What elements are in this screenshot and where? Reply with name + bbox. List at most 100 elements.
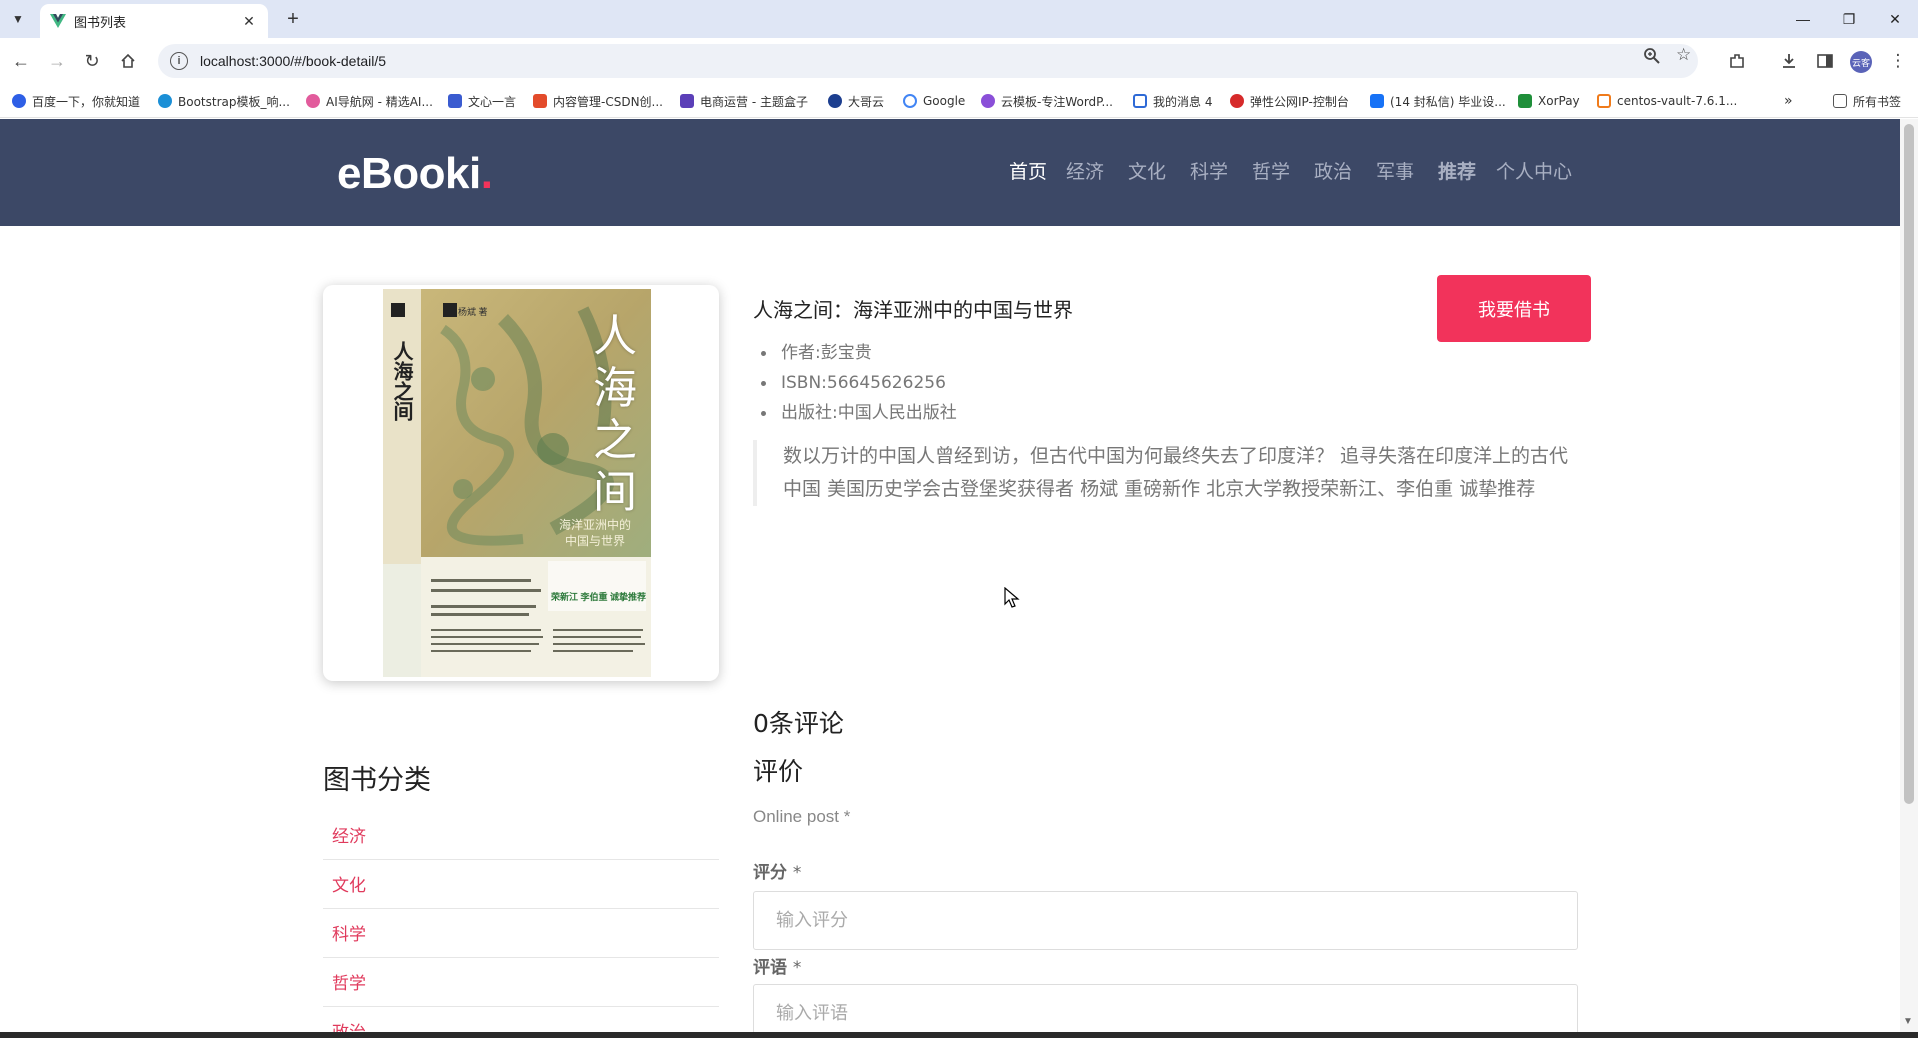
- category-item-philosophy[interactable]: 哲学: [323, 958, 719, 1007]
- address-bar[interactable]: i localhost:3000/#/book-detail/5: [158, 44, 1698, 78]
- cover-subtitle-line: 中国与世界: [564, 534, 625, 548]
- minimize-icon[interactable]: —: [1780, 0, 1826, 38]
- reload-icon[interactable]: ↻: [78, 47, 106, 75]
- taskbar-strip: [0, 1032, 1918, 1038]
- cover-subtitle-line: 海洋亚洲中的: [558, 518, 631, 532]
- logo-dot: .: [480, 149, 493, 198]
- book-description: 数以万计的中国人曾经到访，但古代中国为何最终失去了印度洋？ 追寻失落在印度洋上的…: [753, 440, 1573, 506]
- tab-search-chevron-icon[interactable]: ▼: [6, 7, 30, 31]
- folder-icon: [1833, 94, 1847, 108]
- nav-user-center[interactable]: 个人中心: [1496, 157, 1572, 183]
- new-tab-plus-icon[interactable]: +: [280, 6, 306, 32]
- bookmark-item[interactable]: 文心一言: [448, 92, 516, 110]
- url-text: localhost:3000/#/book-detail/5: [200, 53, 387, 69]
- cover-title: 人 海 之 间: [593, 311, 643, 519]
- bookmark-label: 弹性公网IP-控制台: [1250, 94, 1349, 109]
- bookmark-item[interactable]: Bootstrap模板_响...: [158, 92, 290, 110]
- csdn-icon: [533, 94, 547, 108]
- bookmark-item[interactable]: 电商运营 - 主题盒子: [680, 92, 808, 110]
- bookmark-item[interactable]: XorPay: [1518, 92, 1580, 110]
- all-bookmarks-label: 所有书签: [1853, 94, 1902, 109]
- bookmark-label: centos-vault-7.6.1...: [1617, 94, 1738, 108]
- forward-arrow-icon[interactable]: →: [43, 47, 71, 75]
- comment-input[interactable]: [753, 984, 1578, 1038]
- bookmark-label: 云模板-专注WordP...: [1001, 94, 1113, 109]
- bookmark-star-icon[interactable]: ☆: [1676, 45, 1691, 65]
- nav-economy[interactable]: 经济: [1066, 157, 1104, 183]
- wenxin-icon: [448, 94, 462, 108]
- bookmark-label: 电商运营 - 主题盒子: [700, 94, 808, 109]
- book-author: 作者:彭宝贵: [761, 341, 957, 371]
- category-heading: 图书分类: [323, 765, 431, 796]
- nav-science[interactable]: 科学: [1190, 157, 1228, 183]
- dage-cloud-icon: [828, 94, 842, 108]
- bookmark-label: Bootstrap模板_响...: [178, 94, 290, 109]
- nav-home[interactable]: 首页: [1009, 157, 1047, 183]
- required-mark: *: [792, 863, 802, 883]
- bookmark-item[interactable]: centos-vault-7.6.1...: [1597, 92, 1737, 110]
- window-close-icon[interactable]: ✕: [1872, 0, 1918, 38]
- site-logo[interactable]: eBooki.: [337, 149, 493, 199]
- cover-author: 杨斌 著: [458, 307, 488, 317]
- tab-close-icon[interactable]: ✕: [240, 13, 258, 30]
- nav-military[interactable]: 军事: [1376, 157, 1414, 183]
- book-publisher: 出版社:中国人民出版社: [761, 401, 957, 431]
- bookmark-label: 内容管理-CSDN创...: [553, 94, 663, 109]
- extensions-icon[interactable]: [1723, 47, 1751, 75]
- comment-label: 评语 *: [753, 953, 801, 978]
- scrollbar-thumb[interactable]: [1904, 124, 1914, 804]
- cover-recommenders: 荣新江 李伯重 诚挚推荐: [551, 592, 647, 602]
- bootstrap-icon: [158, 94, 172, 108]
- category-item-science[interactable]: 科学: [323, 909, 719, 958]
- borrow-button[interactable]: 我要借书: [1437, 275, 1591, 342]
- nav-recommend[interactable]: 推荐: [1438, 157, 1476, 183]
- cover-title-char: 人: [593, 311, 637, 362]
- bookmark-item[interactable]: 我的消息 4: [1133, 92, 1212, 110]
- restore-icon[interactable]: ❐: [1826, 0, 1872, 38]
- zhihu-icon: [1370, 94, 1384, 108]
- nav-politics[interactable]: 政治: [1314, 157, 1352, 183]
- nav-culture[interactable]: 文化: [1128, 157, 1166, 183]
- bookmark-item[interactable]: 云模板-专注WordP...: [981, 92, 1113, 110]
- zoom-icon[interactable]: [1643, 47, 1661, 70]
- site-info-icon[interactable]: i: [170, 52, 188, 70]
- bookmark-item[interactable]: 百度一下，你就知道: [12, 92, 140, 110]
- site-header: eBooki. 首页 经济 文化 科学 哲学 政治 军事 推荐 个人中心: [0, 119, 1900, 226]
- comment-label-text: 评语: [753, 958, 787, 978]
- bookmark-label: AI导航网 - 精选AI...: [326, 94, 433, 109]
- side-panel-icon[interactable]: [1811, 47, 1839, 75]
- browser-tab-strip: ▼ 图书列表 ✕ + — ❐ ✕: [0, 0, 1918, 38]
- bookmark-item[interactable]: Google: [903, 92, 965, 110]
- category-item-economy[interactable]: 经济: [323, 811, 719, 860]
- book-meta-list: 作者:彭宝贵 ISBN:56645626256 出版社:中国人民出版社: [761, 341, 957, 431]
- message-icon: [1133, 94, 1147, 108]
- home-icon[interactable]: [114, 47, 142, 75]
- more-bookmarks-icon[interactable]: »: [1784, 92, 1793, 110]
- bookmark-item[interactable]: 大哥云: [828, 92, 884, 110]
- bookmark-item[interactable]: AI导航网 - 精选AI...: [306, 92, 433, 110]
- bookmark-item[interactable]: 弹性公网IP-控制台: [1230, 92, 1349, 110]
- cover-spine-title: 人海之间: [390, 341, 414, 421]
- bookmark-item[interactable]: (14 封私信) 毕业设...: [1370, 92, 1506, 110]
- cover-title-char: 之: [593, 415, 637, 466]
- category-list: 经济 文化 科学 哲学 政治: [323, 811, 719, 1038]
- rating-input[interactable]: [753, 891, 1578, 950]
- online-post-label: Online post *: [753, 807, 851, 826]
- category-item-culture[interactable]: 文化: [323, 860, 719, 909]
- cloud-template-icon: [981, 94, 995, 108]
- back-arrow-icon[interactable]: ←: [7, 47, 35, 75]
- profile-avatar[interactable]: 云客: [1850, 51, 1872, 73]
- nav-philosophy[interactable]: 哲学: [1252, 157, 1290, 183]
- browser-tab[interactable]: 图书列表 ✕: [40, 4, 268, 38]
- scroll-down-arrow-icon[interactable]: ▼: [1903, 1016, 1913, 1027]
- tab-title: 图书列表: [74, 15, 127, 31]
- bookmark-label: 大哥云: [848, 94, 885, 109]
- bookmark-label: 文心一言: [468, 94, 517, 109]
- download-icon[interactable]: [1775, 47, 1803, 75]
- all-bookmarks[interactable]: 所有书签: [1833, 92, 1901, 110]
- bookmark-label: 百度一下，你就知道: [32, 94, 141, 109]
- bookmark-item[interactable]: 内容管理-CSDN创...: [533, 92, 663, 110]
- bookmark-label: Google: [923, 94, 966, 108]
- bookmark-label: 我的消息 4: [1153, 94, 1213, 109]
- menu-kebab-icon[interactable]: ⋮: [1884, 47, 1912, 75]
